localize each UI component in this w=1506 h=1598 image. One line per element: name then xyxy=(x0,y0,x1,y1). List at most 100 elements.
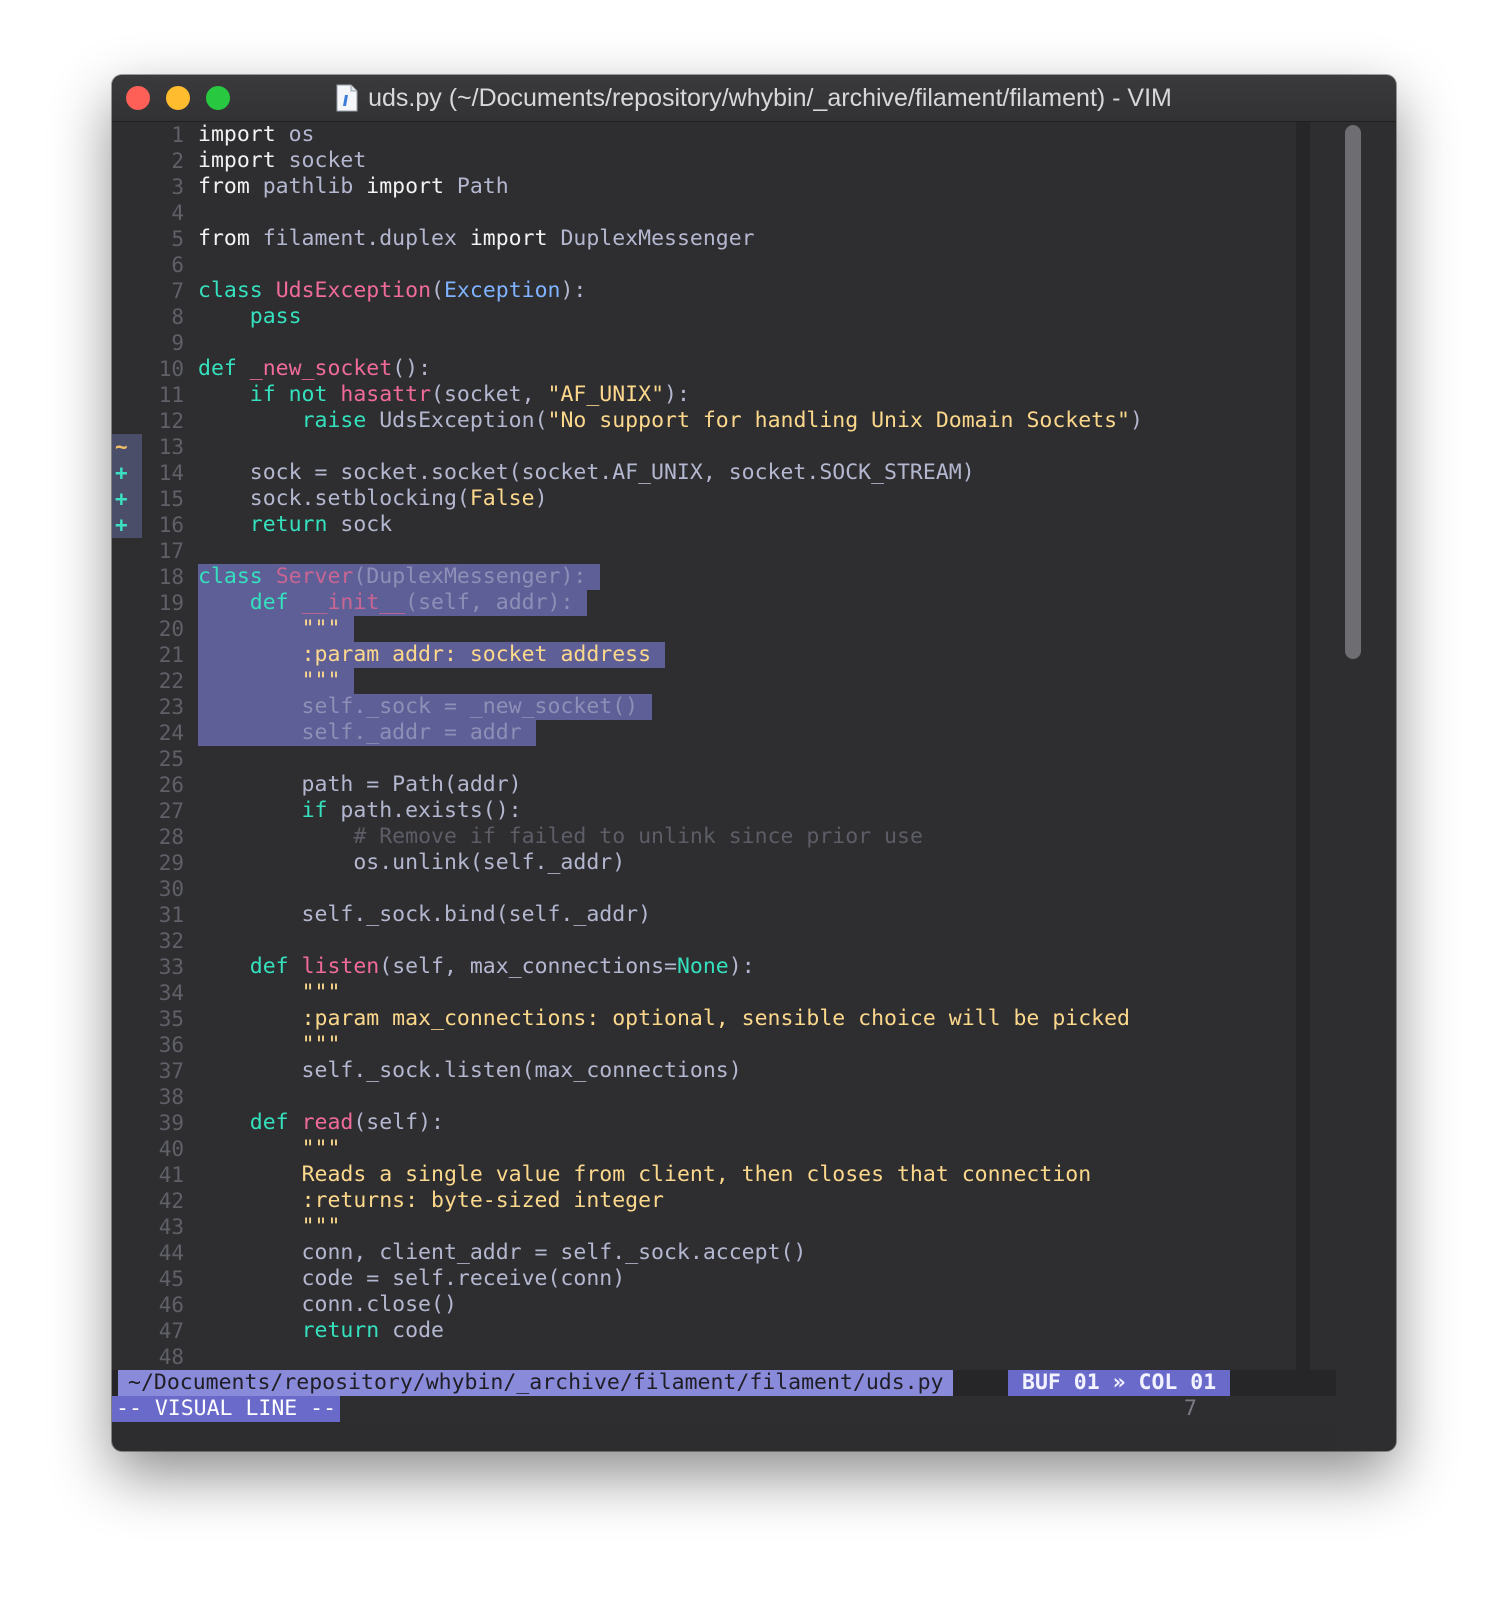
code-token: from xyxy=(198,174,250,199)
code-text: def __init__(self, addr): xyxy=(198,590,588,616)
git-sign xyxy=(112,902,142,928)
code-token: """ xyxy=(301,668,341,693)
line-number: 19 xyxy=(158,591,184,615)
line-number: 32 xyxy=(158,929,184,953)
code-token: (self, addr): xyxy=(405,590,574,615)
code-token: :returns: byte-sized integer xyxy=(301,1188,664,1213)
git-sign xyxy=(112,1136,142,1162)
git-sign xyxy=(112,1344,142,1370)
code-text: def _new_socket(): xyxy=(198,356,431,382)
line-number: 39 xyxy=(158,1111,184,1135)
code-text: from pathlib import Path xyxy=(198,174,509,200)
status-line: ~/Documents/repository/whybin/_archive/f… xyxy=(112,1370,1336,1396)
code-token: # Remove if failed to unlink since prior… xyxy=(353,824,923,849)
code-token: self._sock.listen(max_connections) xyxy=(198,1058,742,1083)
line-number: 31 xyxy=(158,903,184,927)
code-text: if path.exists(): xyxy=(198,798,522,824)
code-token: """ xyxy=(301,980,341,1005)
line-number: 26 xyxy=(158,773,184,797)
code-token: socket xyxy=(275,148,367,173)
code-text: """ xyxy=(198,668,355,694)
line-number: 6 xyxy=(171,253,184,277)
line-number: 9 xyxy=(171,331,184,355)
code-token: return xyxy=(249,512,328,537)
code-text: class UdsException(Exception): xyxy=(198,278,586,304)
code-token: os xyxy=(275,122,315,147)
code-token: path.exists(): xyxy=(327,798,522,823)
line-number: 24 xyxy=(158,721,184,745)
code-token: __init__ xyxy=(301,590,406,615)
git-sign xyxy=(112,642,142,668)
line-number: 30 xyxy=(158,877,184,901)
git-sign xyxy=(112,668,142,694)
code-token: (self): xyxy=(353,1110,444,1135)
code-token: conn, client_addr = self._sock.accept() xyxy=(198,1240,807,1265)
code-text: return code xyxy=(198,1318,444,1344)
git-sign xyxy=(112,1084,142,1110)
code-token: from xyxy=(198,226,250,251)
git-sign xyxy=(112,876,142,902)
window-title-group: uds.py (~/Documents/repository/whybin/_a… xyxy=(112,75,1396,121)
line-number: 44 xyxy=(158,1241,184,1265)
line-number: 27 xyxy=(158,799,184,823)
selection-count: 7 xyxy=(1184,1396,1197,1421)
scrollbar-thumb[interactable] xyxy=(1345,125,1361,659)
git-sign xyxy=(112,616,142,642)
line-number: 35 xyxy=(158,1007,184,1031)
code-token: Path xyxy=(443,174,509,199)
code-text: sock.setblocking(False) xyxy=(198,486,548,512)
line-number: 48 xyxy=(158,1345,184,1369)
line-number: 20 xyxy=(158,617,184,641)
code-token: read xyxy=(301,1110,354,1135)
line-number: 8 xyxy=(171,305,184,329)
code-token: Reads a single value from client, then c… xyxy=(301,1162,1092,1187)
git-sign xyxy=(112,122,142,148)
status-file-path: ~/Documents/repository/whybin/_archive/f… xyxy=(118,1370,954,1396)
code-text: def listen(self, max_connections=None): xyxy=(198,954,755,980)
code-token: False xyxy=(469,486,535,511)
code-token: def xyxy=(198,356,237,381)
line-number: 47 xyxy=(158,1319,184,1343)
git-sign xyxy=(112,148,142,174)
git-sign xyxy=(112,304,142,330)
git-sign xyxy=(112,174,142,200)
code-text: :param max_connections: optional, sensib… xyxy=(198,1006,1130,1032)
git-sign xyxy=(112,278,142,304)
code-token: UdsException( xyxy=(366,408,548,433)
line-number: 23 xyxy=(158,695,184,719)
code-text: def read(self): xyxy=(198,1110,444,1136)
git-sign xyxy=(112,1058,142,1084)
code-token: ): xyxy=(728,954,755,979)
code-token: sock.setblocking( xyxy=(198,486,470,511)
line-number: 2 xyxy=(171,149,184,173)
status-position: BUF 01 » COL 01 xyxy=(1008,1370,1231,1396)
command-line[interactable]: -- VISUAL LINE -- 7 xyxy=(112,1396,1336,1422)
git-sign xyxy=(112,382,142,408)
git-sign xyxy=(112,1214,142,1240)
code-token: import xyxy=(469,226,548,251)
code-token: (socket, xyxy=(431,382,548,407)
code-text: code = self.receive(conn) xyxy=(198,1266,626,1292)
code-text: path = Path(addr) xyxy=(198,772,522,798)
line-number: 34 xyxy=(158,981,184,1005)
git-sign xyxy=(112,590,142,616)
line-number: 37 xyxy=(158,1059,184,1083)
code-token: "No support for handling Unix Domain Soc… xyxy=(547,408,1130,433)
editor-pane[interactable]: 1 import os 2 import socket 3 from pathlib im… xyxy=(112,122,1336,1395)
line-number: 45 xyxy=(158,1267,184,1291)
git-sign xyxy=(112,408,142,434)
code-token: pathlib xyxy=(249,174,367,199)
line-number: 42 xyxy=(158,1189,184,1213)
